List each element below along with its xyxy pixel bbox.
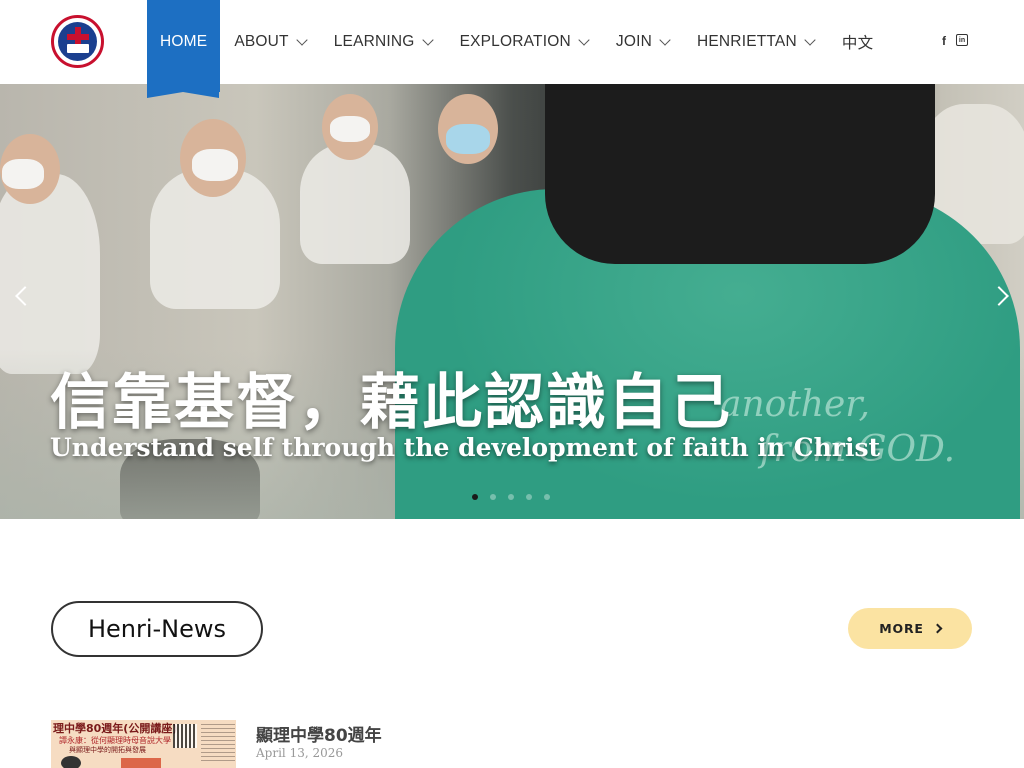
news-item-date: April 13, 2026 (256, 746, 344, 760)
nav-label: HOME (160, 33, 208, 50)
chevron-down-icon (421, 33, 434, 46)
slider-dot[interactable] (490, 494, 496, 500)
qr-code-icon (173, 724, 197, 748)
news-item-thumbnail[interactable]: 理中學80週年(公開講座) 譚永康：從何顯理時母音說大學 與顯理中學的開拓與發展 (51, 720, 236, 768)
nav-item-exploration[interactable]: EXPLORATION (446, 0, 602, 84)
slider-dot[interactable] (472, 494, 478, 500)
nav-label: EXPLORATION (459, 33, 571, 50)
hero-photo-figure (300, 144, 410, 264)
chevron-down-icon (804, 33, 816, 46)
nav-item-henriettan[interactable]: HENRIETTAN (683, 0, 828, 84)
slider-dot[interactable] (544, 494, 550, 500)
chevron-down-icon (296, 33, 308, 46)
nav-item-learning[interactable]: LEARNING (320, 0, 446, 84)
chevron-down-icon (578, 33, 590, 46)
hero-title: 信靠基督，藉此認識自己 (50, 368, 732, 438)
hero-photo-figure (446, 124, 490, 154)
thumbnail-heading: 理中學80週年(公開講座) (53, 722, 178, 735)
nav-item-about[interactable]: ABOUT (220, 0, 319, 84)
hero-photo-hair (545, 84, 935, 264)
nav-label: 中文 (841, 35, 874, 52)
news-item-title[interactable]: 顯理中學80週年 (256, 721, 382, 746)
nav-label: LEARNING (333, 33, 415, 50)
hero-photo-figure (192, 149, 238, 181)
linkedin-icon[interactable]: in (956, 34, 968, 46)
hero-shirt-text: another, (720, 384, 870, 425)
hero-photo-figure (2, 159, 44, 189)
thumbnail-photo (61, 756, 81, 768)
hero-photo-figure (330, 116, 370, 142)
more-news-button[interactable]: MORE (848, 608, 972, 649)
nav-label: ABOUT (234, 33, 289, 50)
nav-label: JOIN (615, 33, 652, 50)
slider-dot[interactable] (526, 494, 532, 500)
hero-slider: another, from GOD. 信靠基督，藉此認識自己 Understan… (0, 84, 1024, 519)
slider-dots (472, 494, 550, 500)
main-nav: HOME ABOUT LEARNING EXPLORATION JOIN HEN… (147, 0, 887, 98)
more-button-label: MORE (879, 621, 924, 636)
facebook-icon[interactable]: f (942, 34, 946, 48)
thumbnail-banner (121, 758, 161, 768)
hero-subtitle: Understand self through the development … (50, 433, 881, 462)
nav-item-home[interactable]: HOME (147, 0, 221, 98)
hero-photo-figure (0, 174, 100, 374)
nav-item-join[interactable]: JOIN (602, 0, 683, 84)
thumbnail-text-block (201, 724, 235, 764)
slider-dot[interactable] (508, 494, 514, 500)
chevron-right-icon (932, 623, 943, 634)
site-header: HOME ABOUT LEARNING EXPLORATION JOIN HEN… (0, 0, 1024, 98)
school-logo[interactable] (51, 15, 104, 68)
social-links: f in (942, 34, 968, 48)
school-crest-icon (58, 22, 97, 61)
news-section-heading: Henri-News (51, 601, 263, 657)
thumbnail-subheading: 與顯理中學的開拓與發展 (69, 746, 146, 754)
nav-item-chinese[interactable]: 中文 (828, 0, 887, 84)
nav-label: HENRIETTAN (696, 33, 797, 50)
chevron-down-icon (659, 33, 671, 46)
